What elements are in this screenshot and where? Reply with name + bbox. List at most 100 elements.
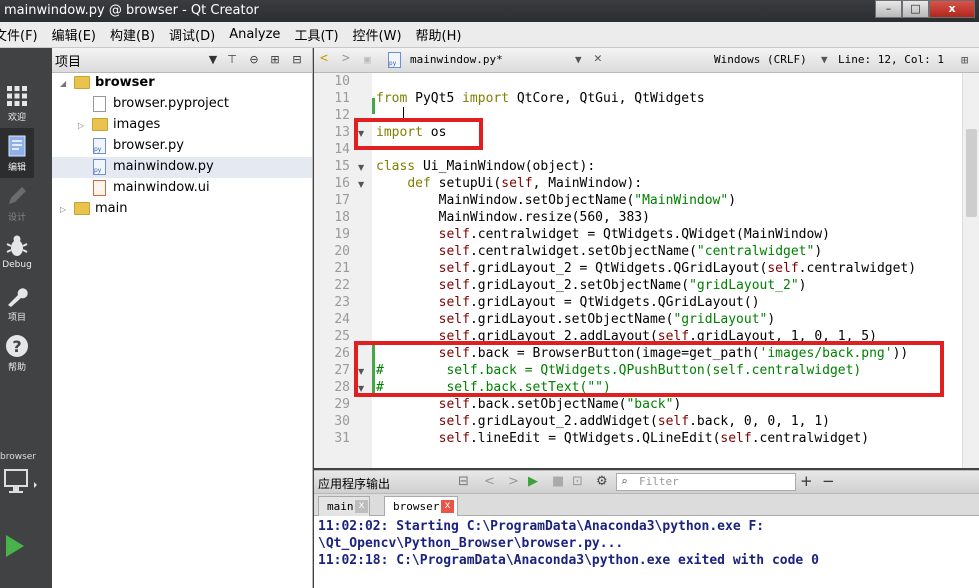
cursor-position[interactable]: Line: 12, Col: 1	[838, 53, 944, 66]
code-editor[interactable]: 10 11 12 13 ▼ 14 15 ▼ 16 ▼ 17 18 19 20 21 22 23 24 25 26 27 ▼…	[314, 73, 979, 468]
code-line: self.gridLayout_2 = QtWidgets.QGridLayou…	[438, 261, 917, 276]
close-tab-icon[interactable]: x	[441, 500, 454, 513]
mode-debug[interactable]: Debug	[0, 228, 34, 278]
mode-label: 设计	[7, 213, 26, 223]
back-arrow-icon[interactable]: <	[320, 51, 328, 66]
mode-label: 项目	[7, 313, 26, 323]
menu-analyze[interactable]: Analyze	[222, 27, 287, 42]
python-file-icon	[388, 52, 401, 68]
attach-icon[interactable]: ⊡	[572, 474, 583, 489]
scrollbar-thumb[interactable]	[966, 129, 977, 217]
settings-gear-icon[interactable]: ⚙	[596, 474, 608, 489]
open-file-name[interactable]: mainwindow.py*	[410, 53, 503, 66]
line-number: 31	[334, 431, 350, 446]
run-button[interactable]	[6, 535, 24, 557]
file-icon	[93, 96, 106, 112]
ui-file-icon	[93, 180, 106, 196]
filter-icon[interactable]: ⊤	[225, 53, 239, 67]
line-number: 25	[334, 329, 350, 344]
close-button[interactable]: x	[929, 0, 975, 18]
window-title: mainwindow.py @ browser - Qt Creator	[4, 3, 259, 18]
close-tab-icon[interactable]: x	[355, 500, 368, 513]
line-number: 14	[334, 142, 350, 157]
tree-item-browser-pyproject[interactable]: browser.pyproject	[52, 94, 312, 115]
editor-toolbar: < > ▣ mainwindow.py* ▼ ✕ Windows (CRLF) …	[314, 48, 979, 73]
application-output[interactable]: 11:02:02: Starting C:\ProgramData\Anacon…	[314, 516, 979, 588]
tree-item-mainwindow-py[interactable]: mainwindow.py	[52, 157, 312, 178]
bug-icon	[6, 235, 28, 256]
output-line: 11:02:02: Starting C:\ProgramData\Anacon…	[318, 519, 765, 534]
file-dropdown-icon[interactable]: ▼	[575, 53, 582, 66]
prev-arrow-icon[interactable]: <	[484, 474, 495, 489]
edit-icon	[8, 135, 26, 157]
menu-file[interactable]: 文件(F)	[0, 25, 45, 44]
line-number: 15	[334, 159, 350, 174]
expand-arrow-icon[interactable]: ▷	[60, 205, 66, 214]
code-line: from PyQt5 import QtCore, QtGui, QtWidge…	[376, 91, 705, 106]
lock-icon: ▣	[364, 53, 371, 66]
tree-item-images[interactable]: ▷ images	[52, 115, 312, 136]
code-line: self.lineEdit = QtWidgets.QLineEdit(self…	[438, 431, 870, 446]
menu-tools[interactable]: 工具(T)	[287, 25, 345, 44]
line-ending-indicator[interactable]: Windows (CRLF)	[714, 53, 807, 66]
dropdown-icon[interactable]: ▼	[206, 53, 220, 67]
tree-item-mainwindow-ui[interactable]: mainwindow.ui	[52, 178, 312, 199]
menu-help[interactable]: 帮助(H)	[409, 25, 469, 44]
next-arrow-icon[interactable]: >	[508, 474, 519, 489]
menu-build[interactable]: 构建(B)	[103, 25, 162, 44]
folder-icon	[74, 76, 90, 89]
add-icon[interactable]: +	[800, 472, 813, 490]
monitor-icon[interactable]	[4, 468, 38, 498]
rerun-icon[interactable]: ▶	[528, 474, 538, 489]
mode-help[interactable]: ? 帮助	[0, 328, 34, 378]
output-line: 11:02:18: C:\ProgramData\Anaconda3\pytho…	[318, 553, 819, 568]
encoding-dropdown-icon[interactable]: ▼	[821, 53, 828, 66]
expand-arrow-icon[interactable]: ▷	[78, 121, 84, 130]
fold-arrow-icon[interactable]: ▼	[358, 180, 364, 189]
close-document-icon[interactable]: ✕	[594, 51, 602, 66]
remove-icon[interactable]: −	[822, 472, 835, 490]
tree-item-label: browser.pyproject	[113, 96, 230, 111]
python-file-icon	[93, 159, 106, 175]
line-number: 27	[334, 363, 350, 378]
menu-debug[interactable]: 调试(D)	[162, 25, 222, 44]
output-tab-browser[interactable]: browser x	[384, 496, 458, 516]
close-pane-icon[interactable]: ⊟	[290, 53, 304, 67]
editor-scrollbar[interactable]	[962, 73, 979, 468]
link-icon[interactable]: ⊖	[247, 53, 261, 67]
mode-design[interactable]: 设计	[0, 178, 34, 228]
tree-item-browser-py[interactable]: browser.py	[52, 136, 312, 157]
split-icon[interactable]: ⊞	[268, 53, 282, 67]
split-editor-icon[interactable]: ⊞	[961, 53, 968, 67]
code-line: def setupUi(self, MainWindow):	[407, 176, 643, 191]
mode-label: 编辑	[7, 163, 26, 173]
mode-welcome[interactable]: 欢迎	[0, 78, 34, 128]
fold-arrow-icon[interactable]: ▼	[358, 163, 364, 172]
project-toolbar: 项目 ▼ ⊤ ⊖ ⊞ ⊟	[52, 48, 312, 73]
window-controls: – □ x	[875, 0, 975, 18]
tree-item-main[interactable]: ▷ main	[52, 199, 312, 220]
output-tab-main[interactable]: main x	[318, 496, 370, 516]
stop-icon[interactable]: ■	[552, 474, 564, 489]
code-line: self.gridLayout.setObjectName("gridLayou…	[438, 312, 776, 327]
forward-arrow-icon[interactable]: >	[342, 51, 350, 66]
mode-projects[interactable]: 项目	[0, 278, 34, 328]
tree-item-browser[interactable]: ◢ browser	[52, 73, 312, 94]
svg-text:?: ?	[12, 337, 21, 356]
menu-window[interactable]: 控件(W)	[346, 25, 409, 44]
clear-output-icon[interactable]: ⊟	[458, 474, 469, 489]
help-icon: ?	[6, 335, 28, 357]
minimize-button[interactable]: –	[875, 0, 902, 18]
line-number: 26	[334, 346, 350, 361]
mode-edit[interactable]: 编辑	[0, 128, 34, 178]
code-line: MainWindow.setObjectName("MainWindow")	[376, 193, 737, 208]
line-number: 29	[334, 397, 350, 412]
menu-edit[interactable]: 编辑(E)	[45, 25, 103, 44]
mode-label: 欢迎	[7, 113, 26, 123]
tree-item-label: browser.py	[113, 138, 184, 153]
collapse-arrow-icon[interactable]: ◢	[60, 79, 66, 88]
kit-label: browser	[0, 452, 37, 462]
output-filter-input[interactable]: ⌕ Filter	[616, 473, 796, 491]
maximize-button[interactable]: □	[902, 0, 929, 18]
code-line: self.back.setObjectName("back")	[438, 397, 682, 412]
